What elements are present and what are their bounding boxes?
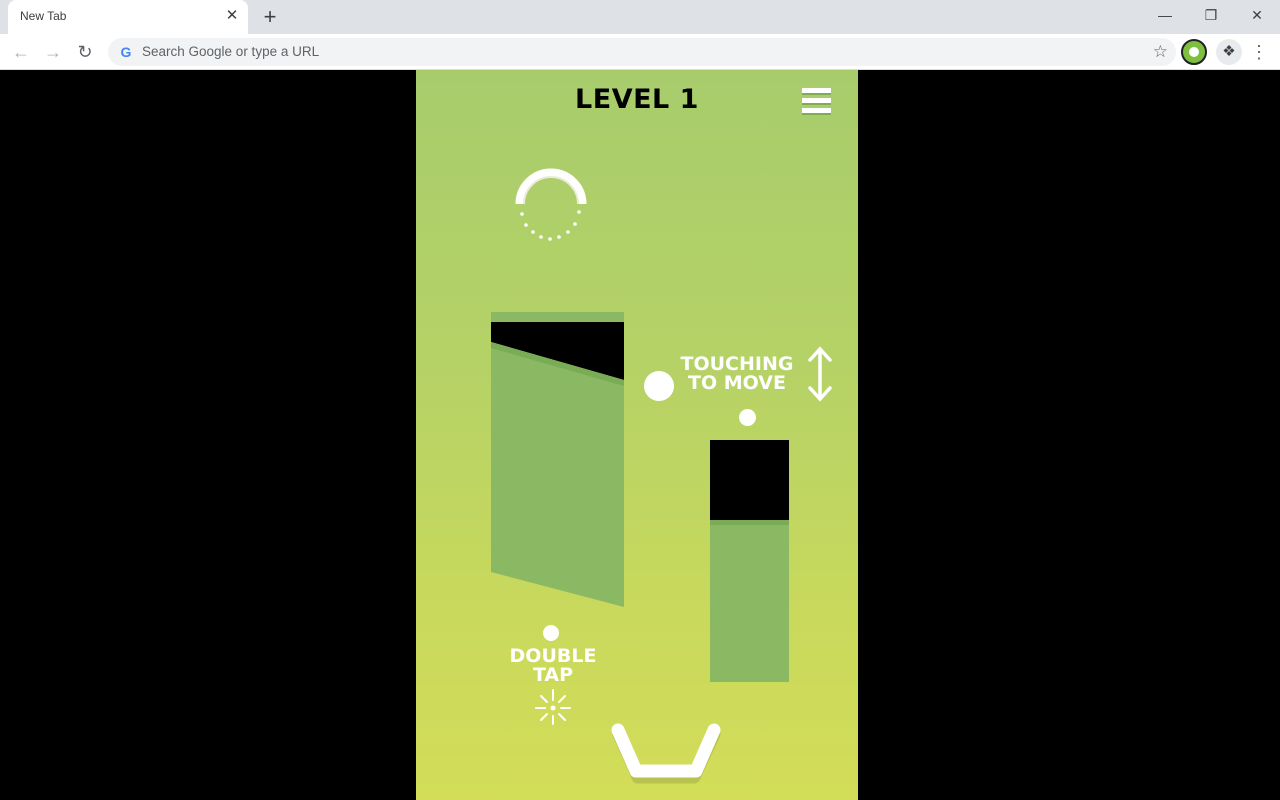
tab-bar: New Tab ✕ + — ❐ ✕ xyxy=(0,0,1280,34)
ball-large xyxy=(644,371,674,401)
address-bar[interactable]: G Search Google or type a URL ☆ xyxy=(108,38,1176,66)
address-input[interactable]: Search Google or type a URL xyxy=(142,44,319,59)
minimize-icon[interactable]: — xyxy=(1142,0,1188,30)
back-icon[interactable]: ← xyxy=(8,39,34,65)
close-tab-icon[interactable]: ✕ xyxy=(224,8,240,24)
right-container xyxy=(710,440,789,682)
menu-icon[interactable]: ⋮ xyxy=(1250,39,1268,65)
game-canvas[interactable]: LEVEL 1 TOUCHING TO MOVE DOUBLE TAP xyxy=(416,70,858,800)
star-icon[interactable]: ☆ xyxy=(1153,42,1168,62)
hint-move-line2: TO MOVE xyxy=(688,372,786,394)
close-window-icon[interactable]: ✕ xyxy=(1234,0,1280,30)
browser-toolbar: ← → ↻ G Search Google or type a URL ☆ ❖ … xyxy=(0,34,1280,70)
ball-hint xyxy=(543,625,559,641)
rotating-cup-icon xyxy=(515,168,587,241)
reload-icon[interactable]: ↻ xyxy=(72,39,98,65)
hint-tap-text: DOUBLE TAP xyxy=(498,647,608,685)
new-tab-button[interactable]: + xyxy=(258,5,282,29)
left-container xyxy=(491,312,624,607)
hint-move-text: TOUCHING TO MOVE xyxy=(674,355,800,393)
ball-small xyxy=(739,409,756,426)
tab-title: New Tab xyxy=(20,9,67,23)
puzzle-icon[interactable]: ❖ xyxy=(1216,39,1242,65)
tab-new-tab[interactable]: New Tab ✕ xyxy=(8,0,248,34)
hint-tap-line2: TAP xyxy=(532,664,574,686)
google-icon: G xyxy=(120,44,132,60)
forward-icon[interactable]: → xyxy=(40,39,66,65)
game-scene xyxy=(491,168,832,784)
up-down-arrow-icon xyxy=(808,346,832,402)
restore-icon[interactable]: ❐ xyxy=(1188,0,1234,30)
bottom-cup xyxy=(611,723,721,784)
extension-icon[interactable] xyxy=(1181,39,1207,65)
